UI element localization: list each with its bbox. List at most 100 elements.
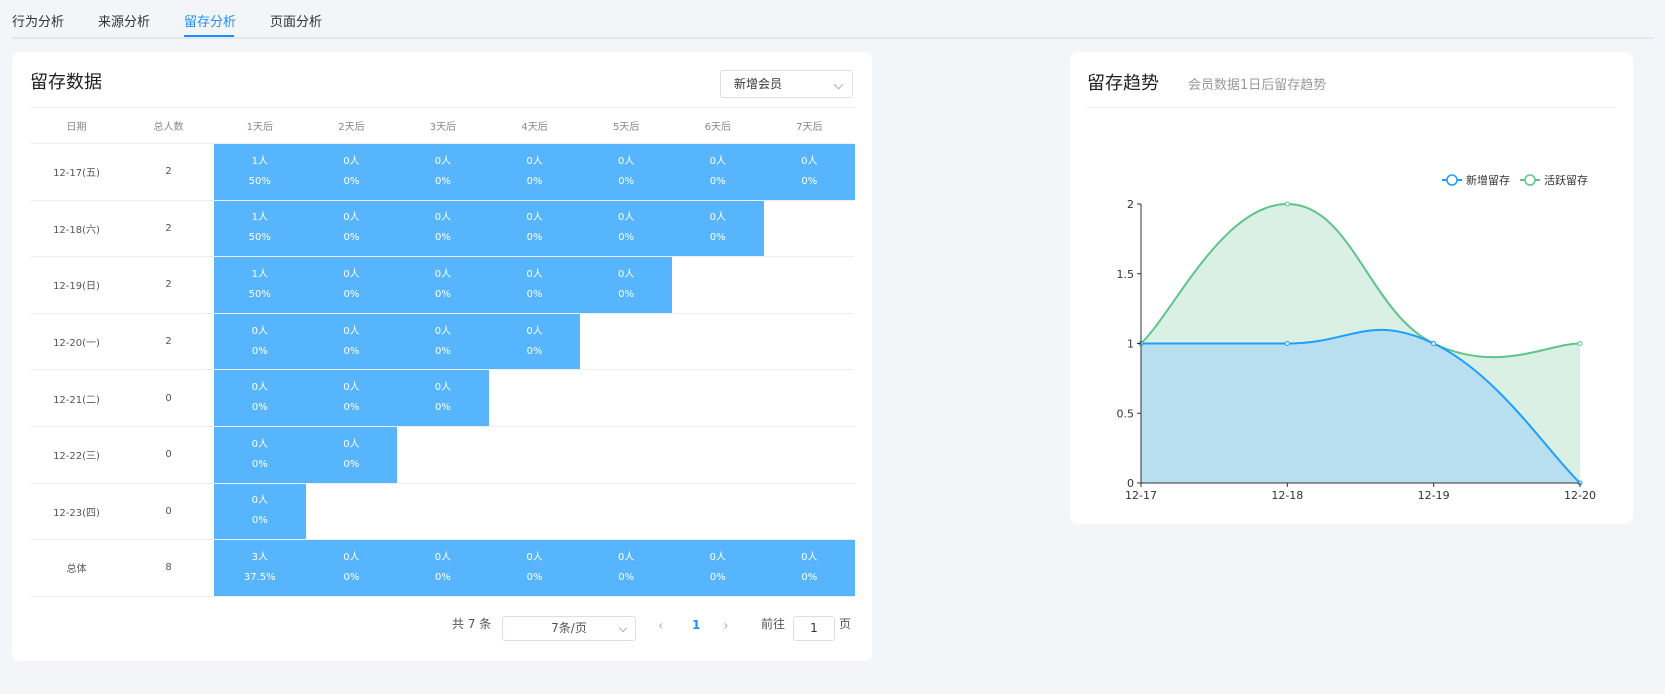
retention-rate: 0% [618,232,635,244]
retention-rate: 0% [251,515,268,527]
retention-count: 0人 [343,438,360,450]
empty-cell [489,370,581,426]
table-header-cell: 7天后 [796,122,823,133]
goto-label: 前往 [761,617,786,631]
retention-rate: 0% [343,175,360,187]
retention-count: 0人 [617,551,635,563]
y-tick-label: 0.5 [1117,407,1135,420]
retention-cell: 0人 0% [763,144,856,200]
x-tick-label: 12-20 [1564,489,1596,502]
retention-count: 0人 [801,551,818,563]
table-header-cell: 总人数 [153,122,184,133]
empty-cell [489,427,581,483]
pagination-total: 共 7 条 [452,617,492,631]
prev-page-icon[interactable]: ‹ [658,618,664,634]
empty-cell [672,427,764,483]
retention-rate: 0% [435,345,451,357]
empty-cell [764,257,856,313]
retention-cell: 0人 0% [397,257,489,313]
row-total: 0 [165,505,172,517]
retention-count: 0人 [526,551,543,563]
table-header-cell: 2天后 [338,122,365,133]
retention-cell: 0人 0% [397,540,489,596]
empty-cell [672,257,764,313]
next-page-icon[interactable]: › [723,618,729,634]
retention-cell: 0人 0% [580,200,672,257]
retention-rate: 0% [343,288,360,300]
retention-cell: 0人 0% [488,200,581,257]
retention-rate: 0% [526,345,543,357]
retention-count: 0人 [617,268,635,280]
retention-rate: 50% [248,232,271,244]
retention-count: 3人 [251,551,268,563]
empty-cell [672,484,764,540]
empty-cell [672,314,764,370]
empty-cell [764,427,856,483]
table-row: 总体 8 3人 37.5% 0人 0% 0人 0% 0人 0% 0人 0% 0人 0% 0人 0% [30,540,856,597]
chevron-down-icon [618,623,628,633]
retention-rate: 0% [435,402,451,414]
tab-source-analysis[interactable]: 来源分析 [98,11,150,30]
table-row: 12-20(一) 2 0人 0% 0人 0% 0人 0% 0人 0% [30,313,856,371]
retention-count: 0人 [709,551,726,563]
retention-data-title: 留存数据 [30,72,102,93]
table-header-row: 日期 总人数 1天后 2天后 3天后 4天后 5天后 6天后 7天后 [30,108,854,144]
retention-rate: 0% [526,288,543,300]
row-total: 2 [165,336,172,348]
retention-rate: 50% [248,288,271,300]
member-type-select[interactable]: 新增会员 [720,70,853,98]
tab-page-analysis[interactable]: 页面分析 [270,11,322,30]
retention-rate: 0% [709,175,726,187]
y-tick-label: 2 [1127,198,1134,211]
row-date: 总体 [66,564,87,576]
tab-behavior-analysis[interactable]: 行为分析 [12,11,64,30]
empty-cell [764,201,856,257]
row-date: 12-22(三) [53,451,100,463]
retention-table: 日期 总人数 1天后 2天后 3天后 4天后 5天后 6天后 7天后 12-17(五) 2 1人 50… [30,107,856,597]
retention-data-card: 留存数据 新增会员 日期 总人数 1天后 2天后 3天后 4天后 5天后 6天后 7天后 12-… [12,52,872,661]
retention-cell: 0人 0% [397,144,489,200]
retention-count: 0人 [617,155,635,167]
empty-cell [764,484,856,540]
retention-rate: 0% [526,232,543,244]
retention-rate: 0% [435,232,451,244]
retention-cell: 0人 0% [488,257,581,313]
table-row: 12-18(六) 2 1人 50% 0人 0% 0人 0% 0人 0% 0人 0% 0人 0% [30,200,856,258]
retention-cell: 0人 0% [580,257,672,313]
tab-bar: 行为分析 来源分析 留存分析 页面分析 [12,0,1653,39]
page-size-select[interactable]: 7条/页 [502,616,636,641]
legend-label: 新增留存 [1466,173,1510,187]
y-tick-label: 1 [1127,338,1134,351]
retention-cell: 1人 50% [214,144,306,200]
retention-rate: 0% [618,288,635,300]
empty-cell [580,484,672,540]
retention-cell: 0人 0% [305,540,398,596]
empty-cell [764,314,856,370]
retention-rate: 0% [343,458,360,470]
empty-cell [580,427,672,483]
goto-page-input[interactable]: 1 [793,616,835,641]
retention-cell: 1人 50% [214,200,306,257]
retention-rate: 0% [709,571,726,583]
retention-count: 0人 [251,438,268,450]
active-tab-indicator [184,35,234,37]
table-header-cell: 3天后 [429,122,457,133]
retention-cell: 0人 0% [488,313,581,370]
retention-cell: 0人 0% [488,144,581,200]
page-number-current[interactable]: 1 [692,618,700,632]
page-suffix-label: 页 [839,617,852,631]
retention-count: 0人 [343,325,360,337]
row-total: 2 [165,166,172,178]
retention-trend-subtitle: 会员数据1日后留存趋势 [1188,78,1327,93]
row-date: 12-18(六) [53,224,100,236]
data-point [1284,341,1290,346]
row-date: 12-17(五) [53,168,100,180]
retention-count: 0人 [343,212,360,224]
chevron-down-icon [833,79,844,90]
empty-cell [580,314,672,370]
retention-cell: 0人 0% [397,313,489,370]
retention-count: 0人 [709,155,726,167]
retention-trend-card: 留存趋势 会员数据1日后留存趋势 0 0.5 1 1.5 2 12-17 12-18 12-1… [1070,52,1633,524]
empty-cell [764,370,856,426]
tab-retention-analysis[interactable]: 留存分析 [184,11,236,30]
